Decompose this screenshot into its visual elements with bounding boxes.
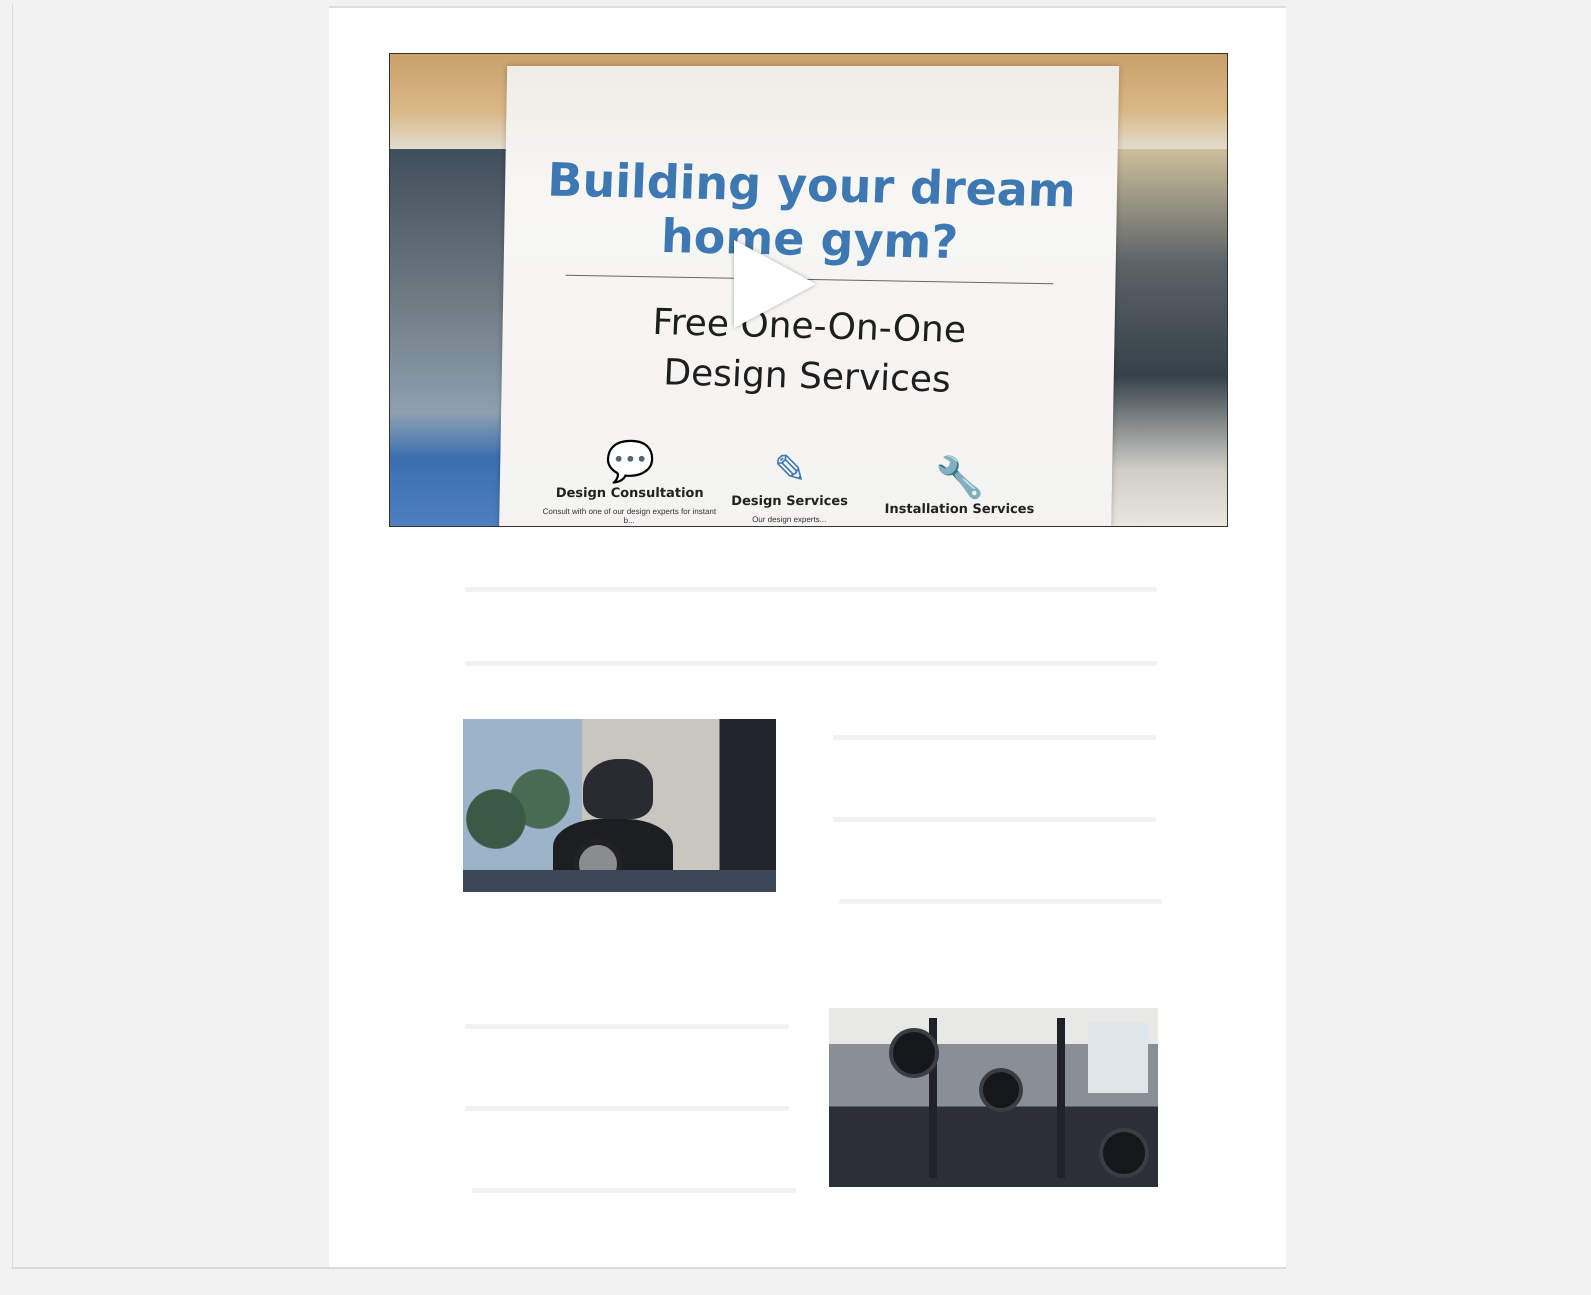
placeholder-line — [833, 817, 1156, 822]
plate-shape — [1099, 1128, 1149, 1178]
placeholder-line — [472, 1188, 796, 1193]
chat-bubbles-icon: 💬 — [604, 440, 656, 484]
window-shape — [1088, 1023, 1148, 1093]
plate-shape — [889, 1028, 939, 1078]
service-design-consultation: 💬 Design Consultation Consult with one o… — [539, 438, 721, 525]
service-label: Installation Services — [884, 502, 1035, 517]
service-label: Design Consultation — [555, 486, 704, 501]
placeholder-line — [833, 735, 1156, 740]
rider-shape — [583, 759, 653, 819]
placeholder-line — [465, 587, 1157, 592]
video-background-right — [1107, 149, 1227, 526]
floor-shape — [463, 870, 776, 892]
placeholder-line — [839, 899, 1162, 904]
gym-photo — [829, 1008, 1158, 1187]
service-desc: Our design experts... — [752, 515, 827, 524]
wrench-icon: 🔧 — [934, 456, 986, 500]
service-design-services: ✎ Design Services Our design experts... — [699, 446, 880, 524]
video-background-left — [390, 149, 510, 526]
service-installation: 🔧 Installation Services — [869, 454, 1050, 517]
placeholder-line — [465, 1024, 789, 1029]
plate-shape — [979, 1068, 1023, 1112]
edit-icon: ✎ — [772, 448, 808, 492]
placeholder-line — [465, 1106, 789, 1111]
bike-photo — [463, 719, 776, 892]
play-icon[interactable] — [734, 240, 816, 328]
hero-video[interactable]: Building your dream home gym? Free One-O… — [389, 53, 1228, 527]
placeholder-line — [465, 661, 1157, 666]
service-label: Design Services — [731, 494, 849, 509]
service-desc: Consult with one of our design experts f… — [542, 507, 717, 525]
